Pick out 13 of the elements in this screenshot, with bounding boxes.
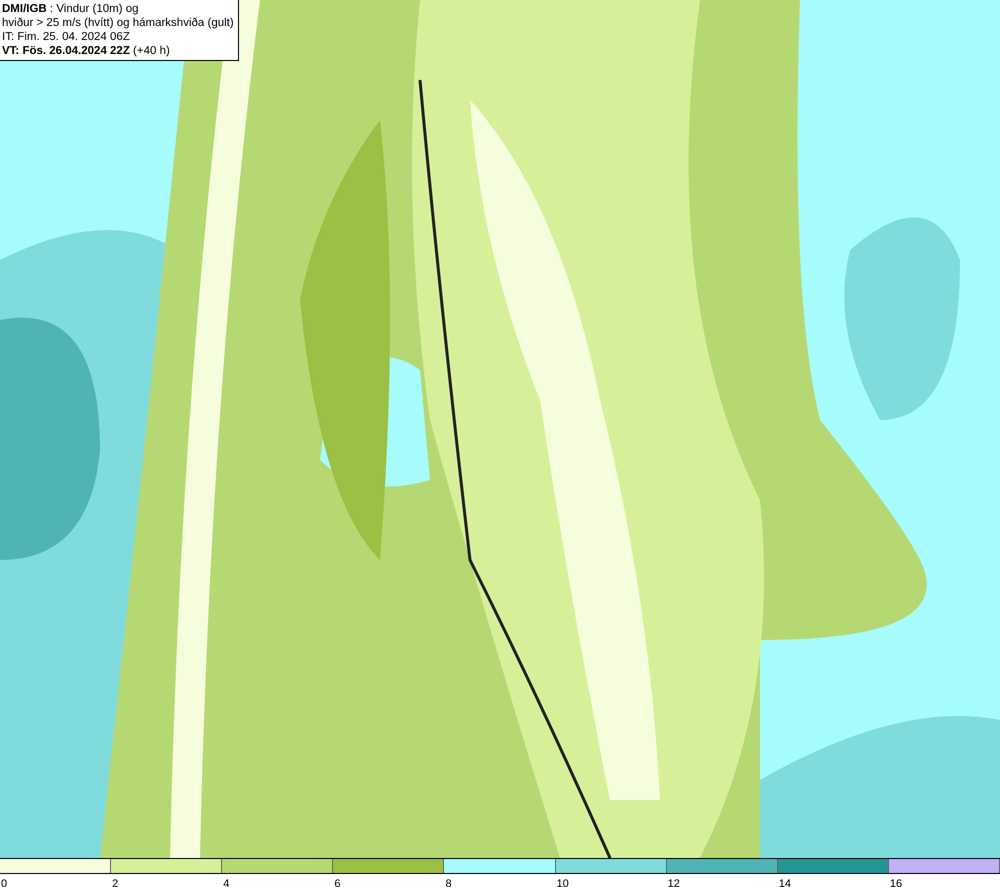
legend-tick-label: 14 (778, 878, 792, 887)
legend-tick-label: 16 (888, 878, 902, 887)
legend-tick-label: 2 (111, 878, 118, 887)
legend-tick-label: 8 (444, 878, 452, 887)
title-line: DMI/IGB : Vindur (10m) og (2, 2, 140, 16)
title-line: hviður > 25 m/s (hvítt) og hámarkshviða (gult) (2, 16, 234, 30)
legend-tick-label: 10 (556, 878, 569, 887)
legend-tick-label: 6 (333, 878, 340, 887)
legend-tick-label: 12 (666, 878, 680, 887)
legend-tick-label: 4 (222, 878, 230, 887)
title-line: VT: Fös. 26.04.2024 22Z (+40 h) (2, 44, 171, 58)
title-line: IT: Fim. 25. 04. 2024 06Z (2, 30, 131, 44)
legend-tick-label: 0 (0, 878, 8, 887)
